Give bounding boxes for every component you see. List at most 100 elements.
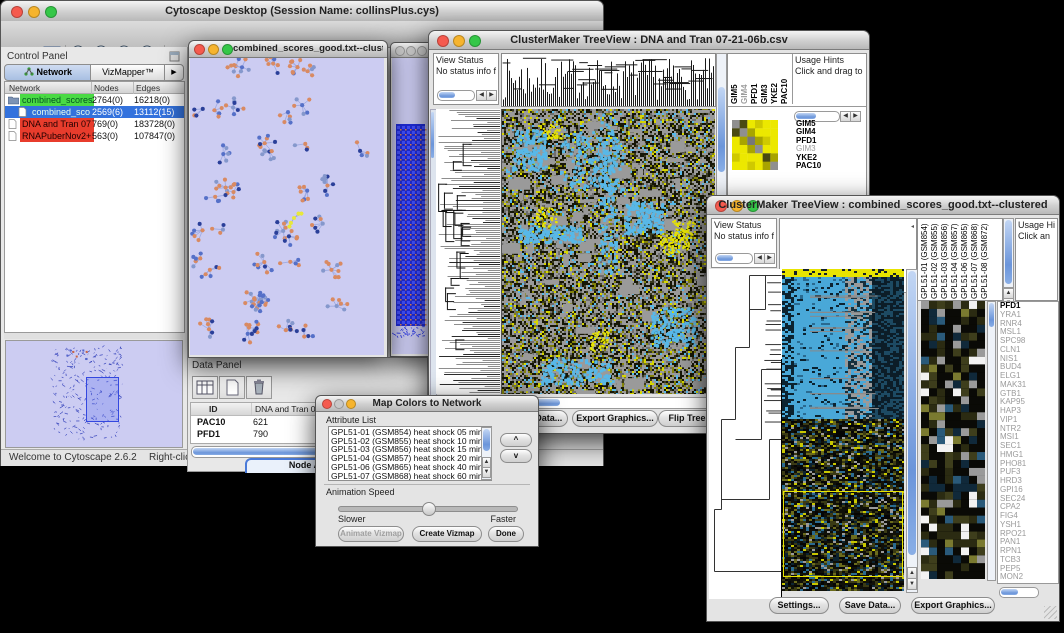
tv2-row-label[interactable]: MON2 <box>1000 573 1058 582</box>
minimize-icon[interactable] <box>406 46 416 56</box>
scroll-right-icon[interactable]: ▶ <box>486 90 497 101</box>
panel-splitter[interactable] <box>4 333 183 339</box>
zoom-window-icon[interactable] <box>222 44 233 55</box>
animate-vizmap-button[interactable]: Animate Vizmap <box>338 526 404 542</box>
tv2-row-label[interactable]: FIG4 <box>1000 512 1058 521</box>
tv2-row-label[interactable]: HRD3 <box>1000 477 1058 486</box>
minimize-icon[interactable] <box>208 44 219 55</box>
network-list-row[interactable]: combined_scores2764(0)16218(0) <box>5 94 184 106</box>
float-panel-icon[interactable] <box>169 51 180 62</box>
tv2-column-label[interactable]: GPL51-07 (GSM868) <box>970 220 979 299</box>
tv2-column-label[interactable]: GPL51-01 (GSM854) <box>920 220 929 299</box>
move-attribute-down-button[interactable]: v <box>500 449 532 463</box>
network-view-a[interactable] <box>190 58 384 355</box>
tv2-row-label[interactable]: SPC98 <box>1000 337 1058 346</box>
tv2-row-label[interactable]: GTB1 <box>1000 390 1058 399</box>
tv2-row-label[interactable]: NTR2 <box>1000 425 1058 434</box>
tv2-row-label[interactable]: RPN1 <box>1000 547 1058 556</box>
network-name[interactable]: combined_scores <box>20 94 94 106</box>
col-edges[interactable]: Edges <box>133 82 184 94</box>
tv2-row-label[interactable]: HAP3 <box>1000 407 1058 416</box>
tv2-detail-heatmap[interactable] <box>921 301 985 579</box>
tv1-main-heatmap[interactable] <box>501 109 715 394</box>
network-name[interactable]: DNA and Tran 07 <box>20 118 94 130</box>
tab-vizmapper[interactable]: VizMapper™ <box>90 64 166 81</box>
tv2-row-label[interactable]: CLN1 <box>1000 346 1058 355</box>
tv1-row-dendrogram[interactable] <box>436 109 500 394</box>
done-button[interactable]: Done <box>488 526 524 542</box>
tv1-column-label[interactable]: GIM5 <box>730 56 739 104</box>
tv2-column-label[interactable]: GPL51-06 (GSM865) <box>960 220 969 299</box>
network-name[interactable]: combined_sco <box>30 106 94 118</box>
scroll-right-icon[interactable]: ▶ <box>764 253 775 264</box>
zoom-window-icon[interactable] <box>417 46 427 56</box>
attribute-list-item[interactable]: GPL51-07 (GSM868) heat shock 60 min <box>329 472 491 481</box>
tv1-detail-heatmap[interactable] <box>732 120 778 170</box>
create-attribute-button[interactable] <box>219 376 245 399</box>
attribute-list-scrollbar[interactable]: ▲ ▼ <box>481 427 492 480</box>
tv2-row-label[interactable]: PHO81 <box>1000 460 1058 469</box>
attribute-list-item[interactable]: GPL51-02 (GSM855) heat shock 10 min <box>329 437 491 446</box>
tv2-row-label[interactable]: GPI16 <box>1000 486 1058 495</box>
treeview2-titlebar[interactable]: ClusterMaker TreeView : combined_scores_… <box>707 196 1059 215</box>
tab-network[interactable]: Network <box>4 64 92 81</box>
attribute-list-item[interactable]: GPL51-01 (GSM854) heat shock 05 min <box>329 428 491 437</box>
close-icon[interactable] <box>395 46 405 56</box>
tv2-row-label[interactable]: MSI1 <box>1000 433 1058 442</box>
select-attributes-button[interactable] <box>192 376 218 399</box>
tv2-button-settings[interactable]: Settings... <box>769 597 829 614</box>
tv2-row-label[interactable]: SEC24 <box>1000 495 1058 504</box>
tv2-row-label[interactable]: PEP5 <box>1000 565 1058 574</box>
tv2-row-label[interactable]: KAP95 <box>1000 398 1058 407</box>
tv2-row-label[interactable]: YRA1 <box>1000 311 1058 320</box>
attr-col-id[interactable]: ID <box>209 403 245 415</box>
resize-grip[interactable] <box>1044 606 1057 619</box>
tv2-row-label[interactable]: BUD4 <box>1000 363 1058 372</box>
tv1-column-label[interactable]: PFD1 <box>750 56 759 104</box>
tv2-status-scrollbar[interactable] <box>715 253 753 264</box>
treeview1-titlebar[interactable]: ClusterMaker TreeView : DNA and Tran 07-… <box>429 31 869 50</box>
scroll-down-icon[interactable]: ▼ <box>482 467 491 478</box>
tv2-rowlabel-scrollbar[interactable] <box>987 301 996 581</box>
col-nodes[interactable]: Nodes <box>91 82 132 94</box>
tv2-row-dendrogram[interactable] <box>709 269 782 599</box>
tv2-column-label[interactable]: GPL51-03 (GSM856) <box>940 220 949 299</box>
tv1-vscrollbar[interactable] <box>716 53 727 218</box>
tv2-row-label[interactable]: CPA2 <box>1000 503 1058 512</box>
attribute-list[interactable]: GPL51-01 (GSM854) heat shock 05 minGPL51… <box>328 426 492 481</box>
tab-overflow-arrow[interactable]: ▶ <box>164 64 184 81</box>
dialog-titlebar[interactable]: Map Colors to Network <box>316 396 538 412</box>
tv1-column-label[interactable]: GIM3 <box>760 56 769 104</box>
scroll-down-icon[interactable]: ▼ <box>907 578 917 590</box>
col-network[interactable]: Network <box>9 82 87 94</box>
tv2-row-label[interactable]: SEC1 <box>1000 442 1058 451</box>
tv2-bottom-scrollbar[interactable] <box>999 587 1039 598</box>
tv2-row-label[interactable]: NIS1 <box>1000 355 1058 364</box>
attribute-list-item[interactable]: GPL51-03 (GSM856) heat shock 15 min <box>329 445 491 454</box>
tv2-row-label[interactable]: PFD1 <box>1000 302 1058 311</box>
tv2-row-label[interactable]: MAK31 <box>1000 381 1058 390</box>
tv1-column-label[interactable]: PAC10 <box>780 56 789 104</box>
tv1-column-label[interactable]: GIM4 <box>740 56 749 104</box>
tv2-row-label[interactable]: RPO21 <box>1000 530 1058 539</box>
network-a-titlebar[interactable]: combined_scores_good.txt--cluste... <box>189 41 387 58</box>
tv1-button-export-graphics[interactable]: Export Graphics... <box>572 410 658 427</box>
tv2-row-label[interactable]: VIP1 <box>1000 416 1058 425</box>
move-attribute-up-button[interactable]: ^ <box>500 433 532 447</box>
tv1-status-scrollbar[interactable] <box>437 90 475 101</box>
main-titlebar[interactable]: Cytoscape Desktop (Session Name: collins… <box>1 1 603 22</box>
tv2-row-label[interactable]: PAN1 <box>1000 538 1058 547</box>
network-list-row[interactable]: DNA and Tran 07769(0)183728(0) <box>5 118 184 130</box>
tv2-column-label[interactable]: GPL51-08 (GSM872) <box>980 220 989 299</box>
animation-speed-slider[interactable] <box>338 506 518 512</box>
network-list-row[interactable]: combined_sco2569(6)13112(15) <box>5 106 184 118</box>
tv2-row-label[interactable]: RNR4 <box>1000 320 1058 329</box>
close-icon[interactable] <box>194 44 205 55</box>
tv1-column-dendrogram[interactable] <box>501 53 716 107</box>
network-overview-panel[interactable] <box>5 340 183 448</box>
tv2-row-label[interactable]: YSH1 <box>1000 521 1058 530</box>
tv2-button-save-data[interactable]: Save Data... <box>839 597 901 614</box>
tv2-collabel-scrollbar[interactable] <box>1003 218 1014 288</box>
tv2-column-label[interactable]: GPL51-02 (GSM855) <box>930 220 939 299</box>
network-table-header[interactable]: Network Nodes Edges <box>5 82 184 94</box>
